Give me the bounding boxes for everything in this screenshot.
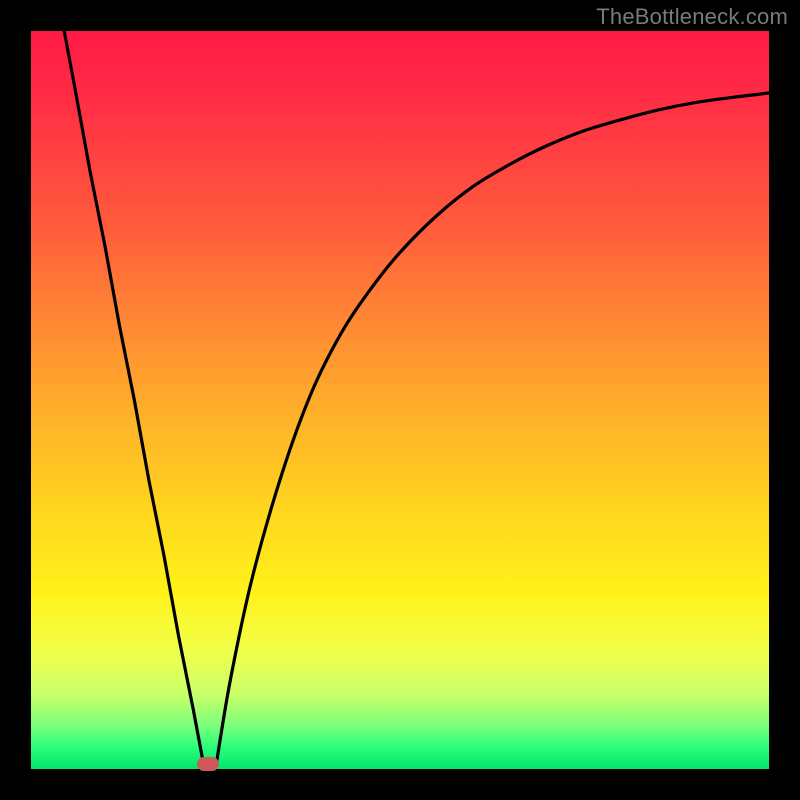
plot-area (31, 31, 769, 769)
chart-frame: TheBottleneck.com (0, 0, 800, 800)
bottleneck-curve (31, 31, 769, 769)
min-marker (197, 757, 219, 771)
watermark-text: TheBottleneck.com (596, 4, 788, 30)
curve-path (64, 31, 769, 769)
